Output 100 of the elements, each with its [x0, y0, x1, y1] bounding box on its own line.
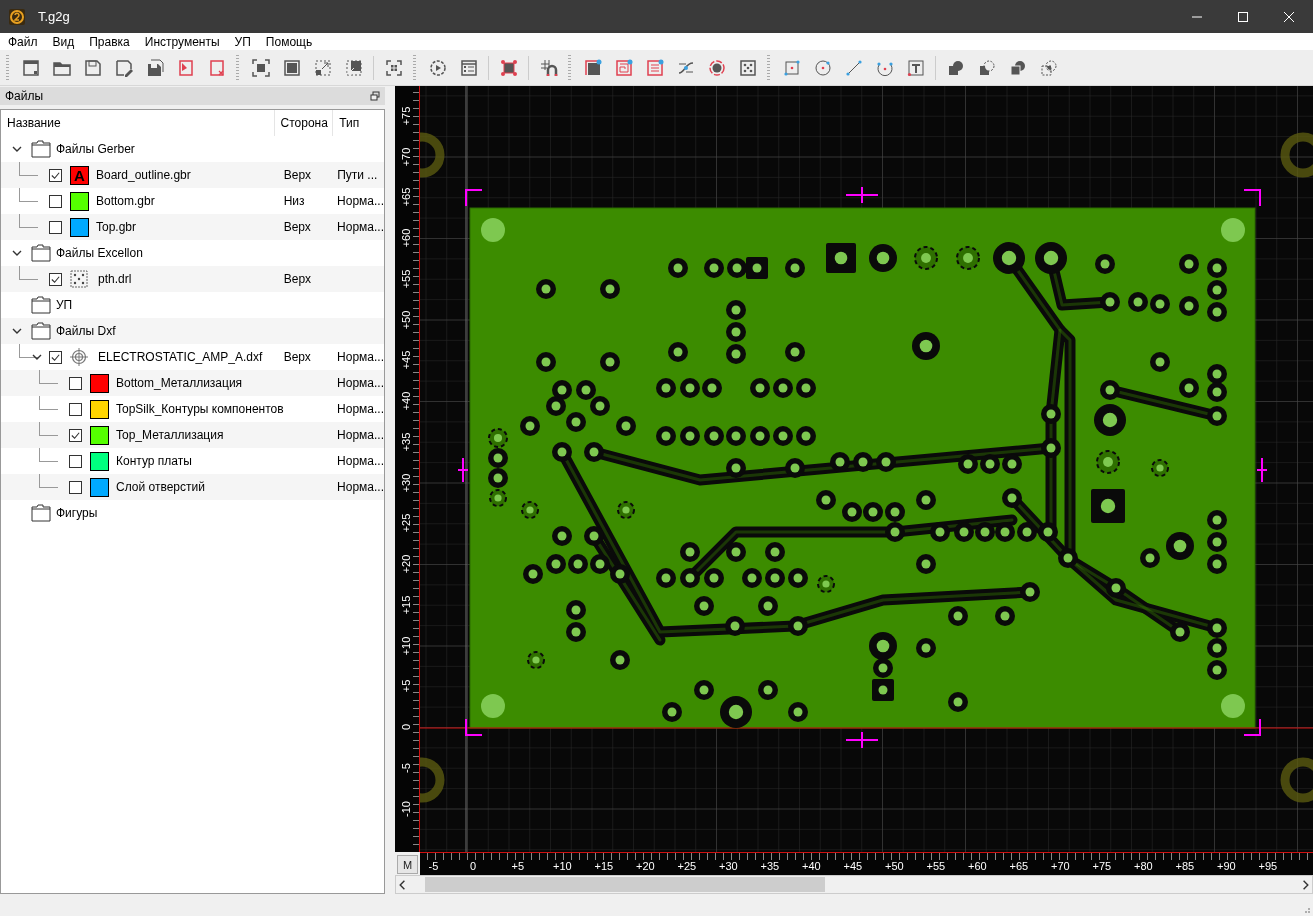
ruler-label: +70: [1051, 860, 1070, 872]
save-as-icon[interactable]: [113, 57, 134, 78]
type-text: Норма...: [337, 376, 384, 390]
list-icon[interactable]: [458, 57, 479, 78]
ruler-label: +95: [1258, 860, 1278, 872]
tree-row[interactable]: Top_Металлизация Норма...: [1, 422, 384, 448]
tree-row[interactable]: Слой отверстий Норма...: [1, 474, 384, 500]
tree-item-label: ELECTROSTATIC_AMP_A.dxf: [98, 350, 263, 364]
ruler-label: +40: [399, 390, 413, 412]
close-icon[interactable]: [1283, 10, 1295, 23]
magnet-icon[interactable]: [538, 57, 559, 78]
zoom-selection-icon[interactable]: [312, 57, 333, 78]
checkbox[interactable]: [69, 376, 82, 390]
crosshair-icon: [70, 348, 88, 366]
checkbox[interactable]: [49, 350, 62, 364]
ruler-label: +10: [399, 635, 413, 657]
scrollbar-thumb[interactable]: [425, 877, 825, 892]
menu-item[interactable]: Инструменты: [144, 34, 220, 49]
tree-row[interactable]: A Board_outline.gbr Верх Пути ...: [1, 162, 384, 188]
column-header[interactable]: Название: [1, 110, 275, 136]
tree-item-label: Board_outline.gbr: [96, 168, 191, 182]
tree-row[interactable]: Фигуры: [1, 500, 384, 526]
checkbox[interactable]: [49, 272, 62, 286]
circle-tool-icon[interactable]: [812, 57, 833, 78]
checkbox[interactable]: [69, 428, 82, 442]
side-text: Верх: [283, 220, 311, 234]
type-text: Норма...: [337, 402, 384, 416]
type-text: Норма...: [337, 428, 384, 442]
layer-icon[interactable]: [582, 57, 603, 78]
units-button[interactable]: M: [397, 855, 418, 874]
app-logo-icon: [9, 8, 25, 25]
ruler-label: -5: [428, 860, 439, 872]
drill-target-icon[interactable]: [706, 57, 727, 78]
folder-icon: [31, 140, 51, 158]
save-icon[interactable]: [82, 57, 103, 78]
tree-item-label: Слой отверстий: [116, 480, 205, 494]
maximize-icon[interactable]: [1237, 10, 1249, 23]
tree-item-label: Bottom.gbr: [96, 194, 155, 208]
zoom-fit-icon[interactable]: [250, 57, 271, 78]
ruler-label: +60: [968, 860, 987, 872]
exclude-icon[interactable]: [1038, 57, 1059, 78]
ruler-label: +75: [399, 105, 413, 127]
folder-icon: [31, 322, 51, 340]
type-text: Норма...: [337, 350, 384, 364]
tree-row[interactable]: Файлы Gerber: [1, 136, 384, 162]
ruler-label: +15: [594, 860, 614, 872]
tree-item-label: Файлы Excellon: [56, 246, 143, 260]
ruler-label: +50: [885, 860, 904, 872]
side-text: Низ: [283, 194, 305, 208]
horizontal-scrollbar[interactable]: [395, 875, 1313, 894]
grid-selection-icon[interactable]: [383, 57, 404, 78]
menu-item[interactable]: Вид: [52, 34, 75, 49]
checkbox[interactable]: [49, 168, 62, 182]
tree-row[interactable]: УП: [1, 292, 384, 318]
checkbox[interactable]: [69, 454, 82, 468]
column-header[interactable]: Сторона: [274, 110, 334, 136]
dice-icon[interactable]: [737, 57, 758, 78]
node-square-icon[interactable]: [498, 57, 519, 78]
menu-item[interactable]: Файл: [8, 34, 38, 49]
panel-title: Файлы: [5, 89, 44, 103]
ruler-label: +55: [399, 268, 413, 290]
tree-row[interactable]: ELECTROSTATIC_AMP_A.dxf Верх Норма...: [1, 344, 384, 370]
zoom-full-icon[interactable]: [281, 57, 302, 78]
menu-item[interactable]: Помощь: [265, 34, 313, 49]
folder-icon: [31, 296, 51, 314]
tree-row[interactable]: Bottom.gbr Низ Норма...: [1, 188, 384, 214]
menu-item[interactable]: УП: [234, 34, 251, 49]
tree-row[interactable]: pth.drl Верх: [1, 266, 384, 292]
tree-item-label: TopSilk_Контуры компонентов: [116, 402, 284, 416]
ruler-label: +65: [1009, 860, 1029, 872]
checkbox[interactable]: [69, 480, 82, 494]
spiral-icon[interactable]: [613, 57, 634, 78]
tree-row[interactable]: Файлы Excellon: [1, 240, 384, 266]
ruler-label: +15: [399, 594, 413, 616]
tree-row[interactable]: Bottom_Металлизация Норма...: [1, 370, 384, 396]
tree-item-label: Bottom_Металлизация: [116, 376, 243, 390]
stack-icon[interactable]: [644, 57, 665, 78]
checkbox[interactable]: [69, 402, 82, 416]
float-panel-icon[interactable]: [370, 91, 380, 101]
text-tool-icon[interactable]: [905, 57, 926, 78]
ruler-label: +35: [760, 860, 780, 872]
ruler-label: +25: [677, 860, 697, 872]
tree-row[interactable]: Top.gbr Верх Норма...: [1, 214, 384, 240]
checkbox[interactable]: [49, 194, 62, 208]
tree-item-label: УП: [56, 298, 73, 312]
ruler-label: +5: [399, 679, 413, 695]
tree-row[interactable]: Контур платы Норма...: [1, 448, 384, 474]
column-header[interactable]: Тип: [333, 110, 384, 136]
type-text: Норма...: [337, 454, 384, 468]
ruler-label: 0: [470, 860, 477, 872]
ruler-label: +50: [399, 309, 413, 331]
tree-row[interactable]: TopSilk_Контуры компонентов Норма...: [1, 396, 384, 422]
menu-item[interactable]: Правка: [89, 34, 130, 49]
ruler-label: +45: [843, 860, 863, 872]
drill-holes-icon: [70, 270, 88, 288]
tree-row[interactable]: Файлы Dxf: [1, 318, 384, 344]
ruler-label: +80: [1134, 860, 1153, 872]
new-window-icon[interactable]: [20, 57, 41, 78]
side-text: Верх: [283, 272, 311, 286]
checkbox[interactable]: [49, 220, 62, 234]
